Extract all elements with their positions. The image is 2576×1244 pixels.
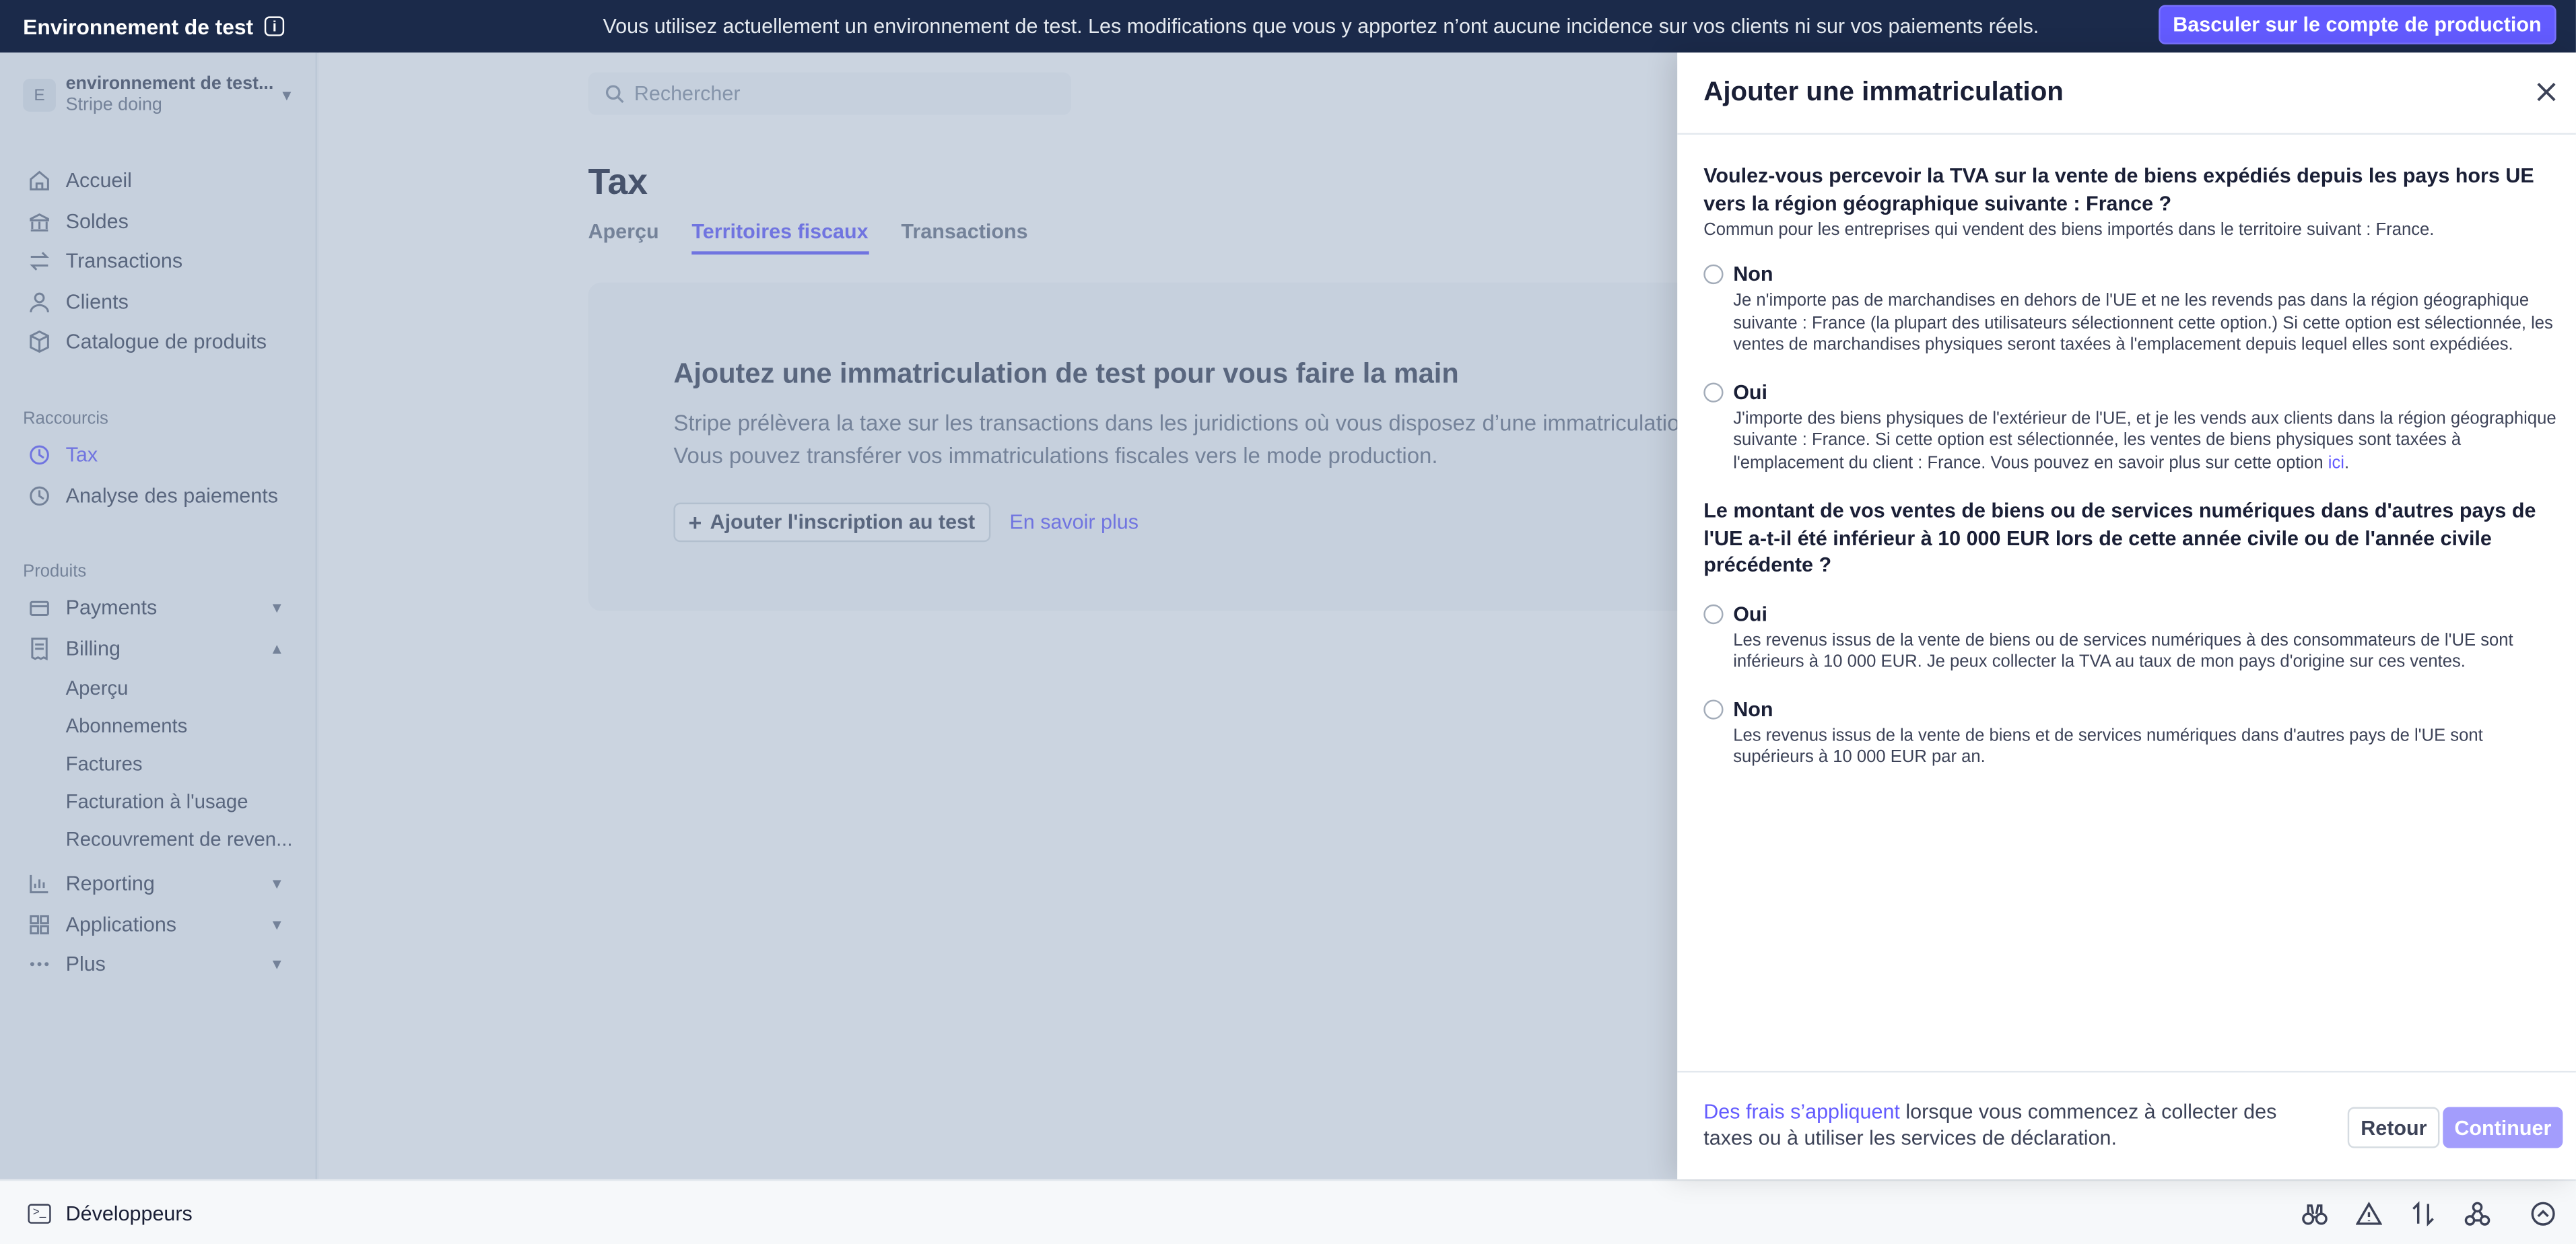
option-description: Les revenus issus de la vente de biens o… <box>1733 629 2513 672</box>
back-button[interactable]: Retour <box>2347 1107 2441 1148</box>
binoculars-icon[interactable] <box>2301 1200 2328 1226</box>
warning-icon[interactable] <box>2355 1200 2382 1226</box>
radio-q2-non[interactable] <box>1703 699 1724 719</box>
option-description: Les revenus issus de la vente de biens e… <box>1733 725 2483 767</box>
drawer-footer: Des frais s’appliquent lorsque vous comm… <box>1677 1070 2576 1179</box>
env-label: Environnement de test <box>23 13 254 39</box>
info-icon[interactable]: i <box>265 16 285 36</box>
option-q2-oui[interactable]: Oui Les revenus issus de la vente de bie… <box>1703 602 2559 674</box>
chevron-up-circle-icon[interactable] <box>2530 1200 2556 1226</box>
here-link[interactable]: ici <box>2328 452 2344 472</box>
developers-button[interactable]: >_ Développeurs <box>28 1181 193 1243</box>
env-label-group: Environnement de test i <box>23 0 285 53</box>
bottom-tools <box>2274 1181 2556 1243</box>
drawer-header: Ajouter une immatriculation <box>1677 53 2576 135</box>
option-q2-non[interactable]: Non Les revenus issus de la vente de bie… <box>1703 697 2559 769</box>
close-icon[interactable] <box>2533 79 2559 105</box>
option-label: Oui <box>1733 602 1768 625</box>
modal-backdrop[interactable] <box>0 53 1678 1179</box>
option-label: Non <box>1733 697 1773 720</box>
question-non-eu-imports-hint: Commun pour les entreprises qui vendent … <box>1703 219 2435 240</box>
question-non-eu-imports: Voulez-vous percevoir la TVA sur la vent… <box>1703 164 2534 215</box>
drawer-body: Voulez-vous percevoir la TVA sur la vent… <box>1703 163 2559 770</box>
developers-label: Développeurs <box>65 1201 193 1225</box>
option-description-text: J'importe des biens physiques de l'extér… <box>1733 408 2556 473</box>
radio-q1-oui[interactable] <box>1703 382 1724 402</box>
radio-q2-oui[interactable] <box>1703 603 1724 623</box>
fees-notice: Des frais s’appliquent lorsque vous comm… <box>1703 1099 2328 1151</box>
sort-arrows-icon[interactable] <box>2410 1200 2436 1226</box>
option-label: Oui <box>1733 380 1768 404</box>
banner-message: Vous utilisez actuellement un environnem… <box>603 14 2039 38</box>
question-eu-threshold: Le montant de vos ventes de biens ou de … <box>1703 499 2536 577</box>
terminal-icon: >_ <box>28 1203 51 1223</box>
option-q1-oui[interactable]: Oui J'importe des biens physiques de l'e… <box>1703 380 2559 475</box>
option-label: Non <box>1733 263 1773 286</box>
continue-button[interactable]: Continuer <box>2443 1107 2563 1148</box>
option-q1-non[interactable]: Non Je n'importe pas de marchandises en … <box>1703 263 2559 357</box>
add-registration-drawer: Ajouter une immatriculation Voulez-vous … <box>1677 53 2576 1179</box>
webhook-icon[interactable] <box>2464 1200 2490 1226</box>
switch-to-production-button[interactable]: Basculer sur le compte de production <box>2158 5 2556 44</box>
bottom-bar: >_ Développeurs <box>0 1179 2576 1244</box>
test-environment-banner: Environnement de test i Vous utilisez ac… <box>0 0 2576 53</box>
option-description: Je n'importe pas de marchandises en deho… <box>1733 290 2553 355</box>
app-root: Environnement de test i Vous utilisez ac… <box>0 0 2576 1244</box>
drawer-title: Ajouter une immatriculation <box>1703 77 2064 107</box>
option-description: J'importe des biens physiques de l'extér… <box>1733 408 2556 473</box>
radio-q1-non[interactable] <box>1703 264 1724 285</box>
fees-link[interactable]: Des frais s’appliquent <box>1703 1101 1900 1124</box>
